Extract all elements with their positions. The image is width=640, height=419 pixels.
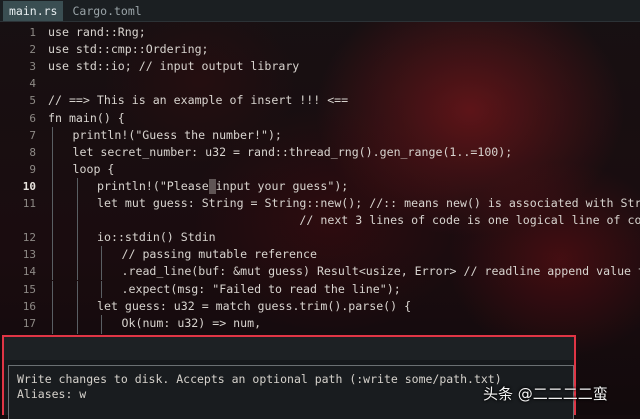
code-text: let guess: u32 = match guess.trim().pars… xyxy=(97,298,411,315)
line-number: 17 xyxy=(0,315,36,332)
code-text: io::stdin() Stdin xyxy=(97,229,216,246)
indent-guide xyxy=(101,332,102,334)
code-line[interactable]: 2 use std::cmp::Ordering; xyxy=(0,41,640,58)
line-number: 9 xyxy=(0,161,36,178)
code-line[interactable]: 4 xyxy=(0,75,640,92)
code-line[interactable]: 8 let secret_number: u32 = rand::thread_r… xyxy=(0,144,640,161)
code-text: // ==> This is an example of insert !!! … xyxy=(48,92,348,109)
code-line[interactable]: 3 use std::io; // input output library xyxy=(0,58,640,75)
indent-guide xyxy=(77,246,78,263)
indent-guide xyxy=(52,144,53,161)
code-line[interactable]: 12 io::stdin() Stdin xyxy=(0,229,640,246)
watermark: 头条 @二二二二蛮 xyxy=(483,383,608,404)
code-line[interactable]: 5 // ==> This is an example of insert !!!… xyxy=(0,92,640,109)
indent-guide xyxy=(77,263,78,280)
line-number: 8 xyxy=(0,144,36,161)
code-line[interactable]: 14 .read_line(buf: &mut guess) Result<usi… xyxy=(0,263,640,280)
indent-guide xyxy=(77,332,78,334)
line-number: 7 xyxy=(0,127,36,144)
code-line[interactable]: 11 let mut guess: String = String::new();… xyxy=(0,195,640,212)
code-line[interactable]: 18 Err(_) => continue, xyxy=(0,332,640,334)
indent-guide xyxy=(77,195,78,212)
line-number: 1 xyxy=(0,24,36,41)
indent-guide xyxy=(77,315,78,332)
line-number: 5 xyxy=(0,92,36,109)
code-text: // passing mutable reference xyxy=(122,246,317,263)
code-text: use std::cmp::Ordering; xyxy=(48,41,209,58)
code-text: println!("Guess the number!"); xyxy=(73,127,282,144)
indent-guide xyxy=(52,332,53,334)
buffer-tab-bar: main.rs Cargo.toml xyxy=(0,0,640,22)
indent-guide xyxy=(77,178,78,195)
indent-guide xyxy=(52,127,53,144)
code-text: loop { xyxy=(73,161,115,178)
code-text: let secret_number: u32 = rand::thread_rn… xyxy=(73,144,513,161)
tab-cargo-toml[interactable]: Cargo.toml xyxy=(66,1,147,21)
indent-guide xyxy=(101,315,102,332)
text-cursor xyxy=(209,179,216,194)
code-line[interactable]: 10 println!("Please input your guess"); xyxy=(0,178,640,195)
code-text: Err(_) => continue, xyxy=(122,332,255,334)
line-number: 15 xyxy=(0,281,36,298)
line-number: 4 xyxy=(0,75,36,92)
line-number: 11 xyxy=(0,195,36,212)
indent-guide xyxy=(77,229,78,246)
indent-guide xyxy=(52,246,53,263)
indent-guide xyxy=(52,212,53,229)
line-number: 14 xyxy=(0,263,36,280)
code-text: use rand::Rng; xyxy=(48,24,146,41)
line-number: 16 xyxy=(0,298,36,315)
code-line[interactable]: 6 fn main() { xyxy=(0,110,640,127)
line-number: 10 xyxy=(0,178,36,195)
indent-guide xyxy=(52,178,53,195)
code-line[interactable]: 1 use rand::Rng; xyxy=(0,24,640,41)
indent-guide xyxy=(77,298,78,315)
code-text: fn main() { xyxy=(48,110,125,127)
indent-guide xyxy=(101,246,102,263)
code-line[interactable]: 13 // passing mutable reference xyxy=(0,246,640,263)
indent-guide xyxy=(77,281,78,298)
command-help-aliases: Aliases: w xyxy=(17,387,86,402)
indent-guide xyxy=(52,281,53,298)
code-line[interactable]: // next 3 lines of code is one logical l… xyxy=(0,212,640,229)
code-text: Ok(num: u32) => num, xyxy=(122,315,262,332)
indent-guide xyxy=(52,195,53,212)
code-text: use std::io; // input output library xyxy=(48,58,299,75)
indent-guide xyxy=(52,229,53,246)
code-text: println!("Please input your guess"); xyxy=(97,178,348,195)
code-text: // next 3 lines of code is one logical l… xyxy=(97,212,640,229)
code-text: .read_line(buf: &mut guess) Result<usize… xyxy=(122,263,640,280)
indent-guide xyxy=(101,281,102,298)
code-line[interactable]: 16 let guess: u32 = match guess.trim().pa… xyxy=(0,298,640,315)
code-text: .expect(msg: "Failed to read the line"); xyxy=(122,281,401,298)
code-line[interactable]: 7 println!("Guess the number!"); xyxy=(0,127,640,144)
line-number: 18 xyxy=(0,332,36,334)
command-help-description: Write changes to disk. Accepts an option… xyxy=(17,372,502,387)
indent-guide xyxy=(52,315,53,332)
code-text: let mut guess: String = String::new(); /… xyxy=(97,195,640,212)
code-line[interactable]: 17 Ok(num: u32) => num, xyxy=(0,315,640,332)
indent-guide xyxy=(52,263,53,280)
line-number: 2 xyxy=(0,41,36,58)
line-number: 3 xyxy=(0,58,36,75)
code-line[interactable]: 15 .expect(msg: "Failed to read the line"… xyxy=(0,281,640,298)
indent-guide xyxy=(101,263,102,280)
tab-main-rs[interactable]: main.rs xyxy=(3,1,63,21)
code-editor[interactable]: 1use rand::Rng;2use std::cmp::Ordering;3… xyxy=(0,24,640,334)
code-line[interactable]: 9 loop { xyxy=(0,161,640,178)
indent-guide xyxy=(52,161,53,178)
indent-guide xyxy=(52,298,53,315)
indent-guide xyxy=(77,212,78,229)
line-number: 12 xyxy=(0,229,36,246)
line-number: 13 xyxy=(0,246,36,263)
line-number: 6 xyxy=(0,110,36,127)
